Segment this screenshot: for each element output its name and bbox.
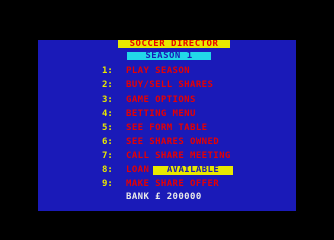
menu-item-see-form-table[interactable]: 5: SEE FORM TABLE: [0, 122, 258, 134]
menu-item-number: 5:: [102, 123, 113, 133]
menu-item-label: PLAY SEASON: [126, 66, 191, 76]
menu-item-number: 9:: [102, 179, 113, 189]
season-indicator: SEASON 1: [127, 52, 211, 60]
menu-item-label: CALL SHARE MEETING: [126, 151, 231, 161]
menu-item-number: 3:: [102, 95, 113, 105]
menu-item-label: BUY/SELL SHARES: [126, 80, 214, 90]
menu-item-label: LOAN: [126, 165, 150, 175]
game-title: SOCCER DIRECTOR: [118, 40, 230, 48]
menu-item-number: 1:: [102, 66, 113, 76]
menu-item-label: SEE SHARES OWNED: [126, 137, 220, 147]
menu-item-label: MAKE SHARE OFFER: [126, 179, 220, 189]
menu-item-number: 2:: [102, 80, 113, 90]
menu-item-number: 8:: [102, 165, 113, 175]
game-screen: SOCCER DIRECTOR SEASON 1 1: PLAY SEASON …: [0, 0, 334, 240]
menu-item-buy-sell-shares[interactable]: 2: BUY/SELL SHARES: [0, 79, 258, 91]
bank-balance: BANK £ 200000: [126, 192, 202, 202]
menu-item-play-season[interactable]: 1: PLAY SEASON: [0, 65, 258, 77]
loan-status-badge: AVAILABLE: [153, 166, 233, 175]
menu-item-call-share-meeting[interactable]: 7: CALL SHARE MEETING: [0, 150, 258, 162]
menu-item-see-shares-owned[interactable]: 6: SEE SHARES OWNED: [0, 136, 258, 148]
menu-item-betting-menu[interactable]: 4: BETTING MENU: [0, 108, 258, 120]
menu-item-number: 4:: [102, 109, 113, 119]
menu-item-make-share-offer[interactable]: 9: MAKE SHARE OFFER: [0, 178, 258, 190]
menu-item-label: SEE FORM TABLE: [126, 123, 208, 133]
menu-item-label: GAME OPTIONS: [126, 95, 196, 105]
menu-item-game-options[interactable]: 3: GAME OPTIONS: [0, 94, 258, 106]
menu-item-number: 6:: [102, 137, 113, 147]
menu-item-label: BETTING MENU: [126, 109, 196, 119]
menu-item-number: 7:: [102, 151, 113, 161]
